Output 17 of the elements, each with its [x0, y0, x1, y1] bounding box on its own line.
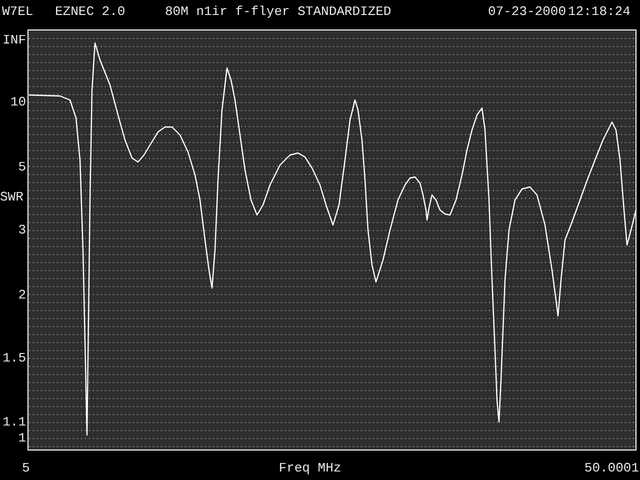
program-name: EZNEC 2.0 [55, 4, 126, 18]
y-tick-label: 1 [18, 430, 26, 446]
callsign-label: W7EL [2, 4, 34, 18]
y-tick-label: INF [2, 32, 26, 48]
time-label: 12:18:24 [568, 4, 630, 18]
y-tick-label: 1.5 [2, 350, 26, 366]
date-label: 07-23-2000 [488, 4, 568, 18]
y-tick-label: 3 [18, 222, 26, 238]
y-tick-label: 5 [18, 159, 26, 174]
x-tick-label: 5 [22, 460, 30, 476]
x-axis-label: Freq MHz [278, 460, 342, 476]
y-tick-label: 1.1 [2, 414, 26, 430]
x-tick-label: 50.0001 [584, 460, 639, 476]
y-axis-label: SWR [0, 189, 24, 204]
y-tick-label: 10 [10, 94, 26, 110]
plot-title: 80M n1ir f-flyer STANDARDIZED [165, 4, 392, 18]
y-tick-label: 2 [18, 287, 26, 302]
